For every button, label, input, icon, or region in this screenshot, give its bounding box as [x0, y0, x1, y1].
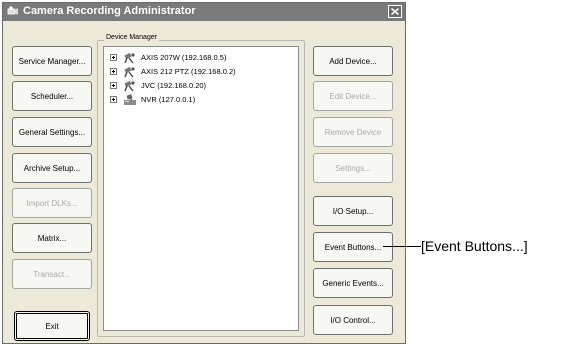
camera-app-icon [7, 6, 18, 15]
tree-item-axis-212-ptz[interactable]: AXIS 212 PTZ (192.168.0.2) [110, 65, 236, 78]
exit-button[interactable]: Exit [14, 311, 90, 341]
close-icon [391, 8, 399, 15]
tree-item-label: AXIS 207W (192.168.0.5) [141, 53, 227, 62]
add-device-button[interactable]: Add Device... [313, 46, 393, 76]
nvr-icon [124, 93, 136, 105]
tree-item-label: NVR (127.0.0.1) [141, 95, 196, 104]
matrix-button[interactable]: Matrix... [12, 223, 92, 253]
title-bar[interactable]: Camera Recording Administrator [3, 3, 405, 21]
transact-button[interactable]: Transact... [12, 259, 92, 289]
archive-setup-button[interactable]: Archive Setup... [12, 153, 92, 183]
camera-icon [124, 66, 135, 77]
camera-icon [124, 52, 135, 63]
device-manager-label: Device Manager [104, 34, 159, 41]
generic-events-button[interactable]: Generic Events... [313, 268, 393, 298]
import-dlks-button[interactable]: Import DLKs... [12, 188, 92, 218]
remove-device-button[interactable]: Remove Device [313, 117, 393, 147]
edit-device-button[interactable]: Edit Device... [313, 81, 393, 111]
tree-item-jvc[interactable]: JVC (192.168.0.20) [110, 79, 206, 92]
settings-button[interactable]: Settings... [313, 153, 393, 183]
close-button[interactable] [388, 5, 402, 18]
io-control-button[interactable]: I/O Control... [313, 305, 393, 335]
tree-item-axis-207w[interactable]: AXIS 207W (192.168.0.5) [110, 51, 226, 64]
callout-label: [Event Buttons...] [421, 238, 528, 254]
expand-icon[interactable] [110, 54, 117, 61]
window-title: Camera Recording Administrator [23, 5, 196, 17]
camera-icon [124, 80, 135, 91]
general-settings-button[interactable]: General Settings... [12, 117, 92, 147]
expand-icon[interactable] [110, 96, 117, 103]
tree-item-label: JVC (192.168.0.20) [141, 81, 207, 90]
scheduler-button[interactable]: Scheduler... [12, 81, 92, 111]
tree-item-nvr[interactable]: NVR (127.0.0.1) [110, 93, 195, 106]
expand-icon[interactable] [110, 82, 117, 89]
io-setup-button[interactable]: I/O Setup... [313, 196, 393, 226]
expand-icon[interactable] [110, 68, 117, 75]
device-tree[interactable]: AXIS 207W (192.168.0.5) AXIS 212 PTZ (19… [103, 46, 299, 331]
event-buttons-button[interactable]: Event Buttons... [313, 232, 393, 262]
tree-item-label: AXIS 212 PTZ (192.168.0.2) [141, 67, 236, 76]
service-manager-button[interactable]: Service Manager... [12, 46, 92, 76]
callout-line [383, 246, 421, 247]
